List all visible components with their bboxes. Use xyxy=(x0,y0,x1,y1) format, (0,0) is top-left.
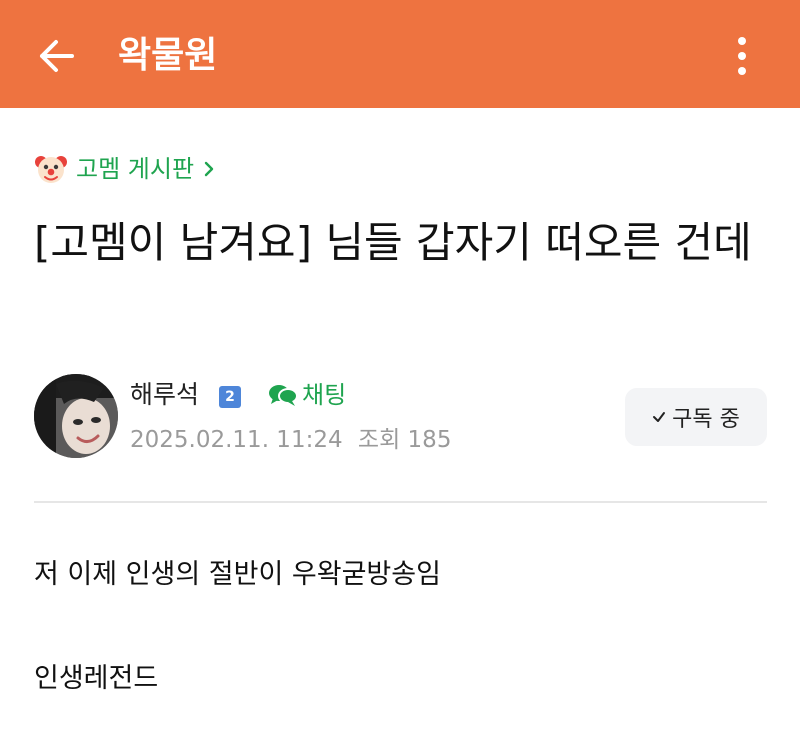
board-link[interactable]: 고멤 게시판 xyxy=(34,150,214,188)
post-date: 2025.02.11. 11:24 xyxy=(130,427,343,453)
chevron-right-icon xyxy=(204,161,214,177)
subscribe-button[interactable]: 구독 중 xyxy=(625,388,767,446)
chat-button[interactable]: 채팅 xyxy=(268,378,346,412)
post-body-line: 인생레전드 xyxy=(34,663,159,694)
post-meta: 2025.02.11. 11:24 조회 185 xyxy=(130,424,451,456)
clown-face-icon xyxy=(35,156,67,183)
back-button[interactable] xyxy=(28,30,84,82)
app-title: 왁물원 xyxy=(118,35,218,76)
more-vertical-icon xyxy=(738,37,746,75)
chat-label: 채팅 xyxy=(302,381,347,409)
check-icon xyxy=(653,412,666,422)
divider xyxy=(34,501,767,503)
author-name[interactable]: 해루석 xyxy=(130,378,199,412)
arrow-left-icon xyxy=(40,40,74,72)
app-bar: 왁물원 xyxy=(0,0,800,108)
views-label: 조회 xyxy=(357,427,401,453)
post-title: [고멤이 남겨요] 님들 갑자기 떠오른 건데 xyxy=(34,218,752,267)
member-level-badge: 2 xyxy=(219,386,241,408)
post-body-line: 저 이제 인생의 절반이 우왁굳방송임 xyxy=(34,559,441,590)
author-avatar[interactable] xyxy=(34,374,118,458)
chat-bubbles-icon xyxy=(269,385,298,406)
board-name: 고멤 게시판 xyxy=(76,155,195,183)
subscribe-label: 구독 중 xyxy=(672,407,740,432)
more-options-button[interactable] xyxy=(722,30,762,82)
views-count: 185 xyxy=(407,427,452,453)
